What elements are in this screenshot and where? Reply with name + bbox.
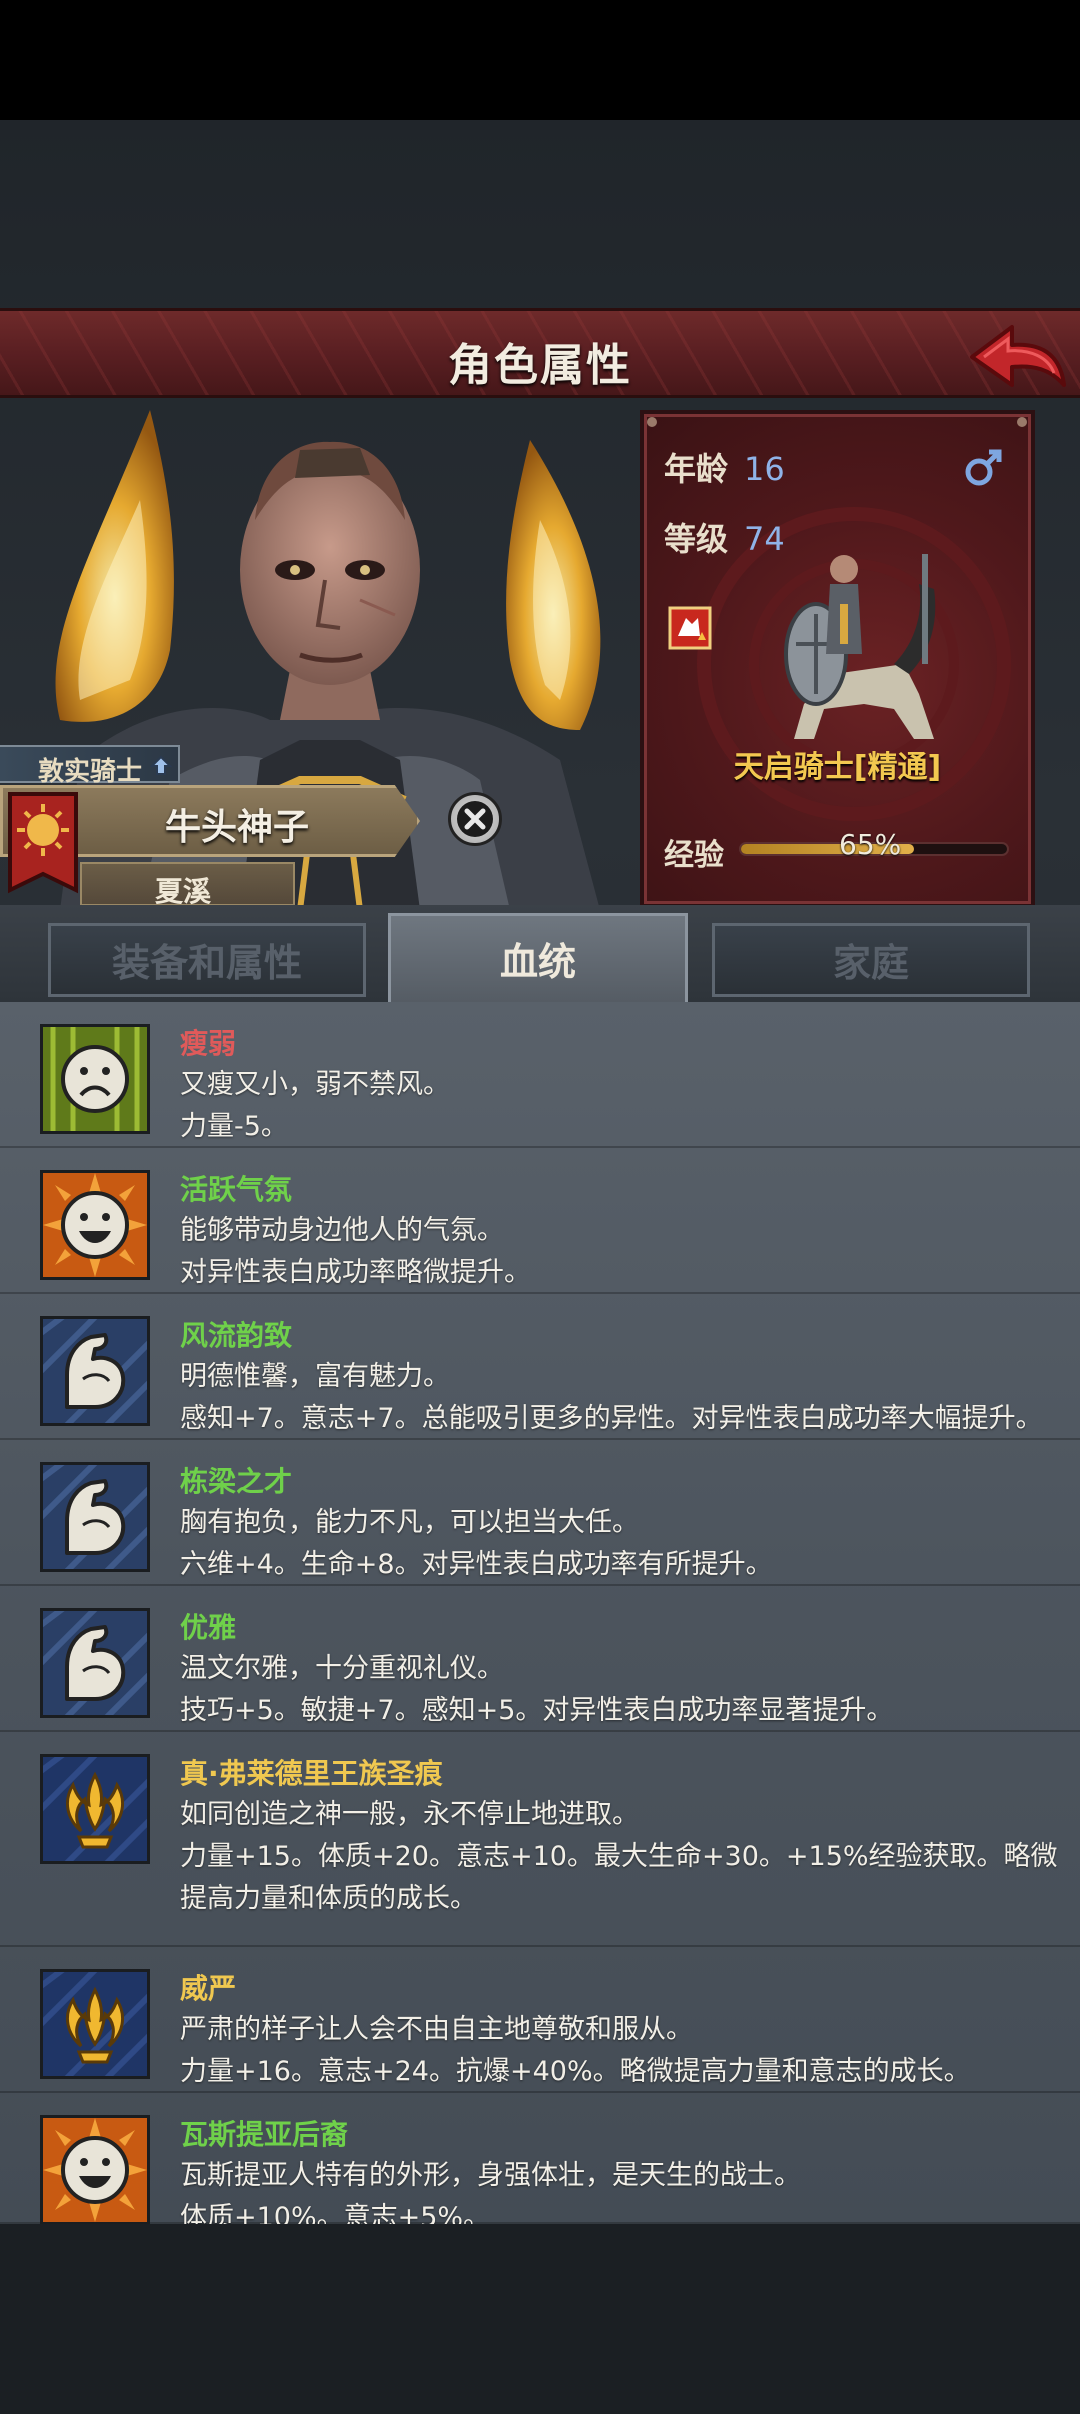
- flexed-arm-icon: [30, 1598, 156, 1724]
- trait-list: 瘦弱又瘦又小，弱不禁风。 力量-5。活跃气氛能够带动身边他人的气氛。 对异性表白成功…: [0, 1002, 1080, 2233]
- unit-class-name: 天启骑士[精通]: [733, 750, 942, 785]
- exp-label: 经验: [664, 838, 724, 873]
- trait-name: 真·弗莱德里王族圣痕: [180, 1757, 443, 1790]
- trait-description-line: 如同创造之神一般，永不停止地进取。: [180, 1799, 639, 1830]
- age-value: 16: [744, 450, 785, 488]
- trait-name: 瘦弱: [180, 1027, 237, 1060]
- trait-description-line: 技巧+5。敏捷+7。感知+5。对异性表白成功率显著提升。: [180, 1695, 894, 1726]
- trait-description-line: 又瘦又小，弱不禁风。: [180, 1069, 450, 1100]
- age-label: 年龄: [664, 450, 729, 488]
- crown-flame-icon: [30, 1959, 156, 2085]
- trait-description: 如同创造之神一般，永不停止地进取。力量+15。体质+20。意志+10。最大生命+…: [180, 1794, 1060, 1920]
- sad-face-icon: [40, 1024, 150, 1134]
- trait-description-line: 力量+16。意志+24。抗爆+40%。略微提高力量和意志的成长。: [180, 2056, 971, 2087]
- trait-description-line: 瓦斯提亚人特有的外形，身强体壮，是天生的战士。: [180, 2160, 801, 2191]
- class-badge-icon: [668, 606, 712, 650]
- trait-row[interactable]: 活跃气氛能够带动身边他人的气氛。 对异性表白成功率略微提升。: [0, 1148, 1080, 1294]
- trait-name: 活跃气氛: [180, 1173, 293, 1206]
- trait-description: 严肃的样子让人会不由自主地尊敬和服从。力量+16。意志+24。抗爆+40%。略微…: [180, 2009, 1060, 2093]
- trait-description: 能够带动身边他人的气氛。 对异性表白成功率略微提升。: [180, 1210, 1060, 1294]
- trait-description-line: 对异性表白成功率略微提升。: [180, 1257, 531, 1288]
- upgrade-icon: [150, 755, 172, 775]
- back-button[interactable]: [960, 319, 1070, 397]
- tab-family[interactable]: 家庭: [712, 923, 1030, 997]
- exp-percent: 65%: [839, 828, 902, 861]
- crown-flame-icon: [30, 1744, 156, 1870]
- trait-name: 优雅: [180, 1611, 237, 1644]
- character-name: 牛头神子: [165, 807, 310, 848]
- page-title: 角色属性: [448, 340, 632, 391]
- bottom-area: [0, 2224, 1080, 2414]
- happy-face-icon: [40, 2115, 150, 2225]
- trait-description-line: 六维+4。生命+8。对异性表白成功率有所提升。: [180, 1549, 773, 1580]
- house-banner-icon: [8, 792, 78, 894]
- trait-description-line: 温文尔雅，十分重视礼仪。: [180, 1653, 504, 1684]
- trait-name: 栋梁之才: [180, 1465, 293, 1498]
- trait-name: 威严: [180, 1972, 237, 2005]
- flexed-arm-icon: [30, 1306, 156, 1432]
- flexed-arm-icon: [30, 1452, 156, 1578]
- level-label: 等级: [664, 520, 729, 558]
- stats-card: 年龄 16 等级 74 天启骑士[精通] 经验 65%: [640, 410, 1035, 908]
- title-bar: 角色属性: [0, 308, 1080, 398]
- trait-description-line: 感知+7。意志+7。总能吸引更多的异性。对异性表白成功率大幅提升。: [180, 1403, 1043, 1434]
- rank-label: 敦实骑士: [38, 757, 143, 787]
- male-icon: [965, 449, 1002, 486]
- trait-row[interactable]: 风流韵致明德惟馨，富有魅力。感知+7。意志+7。总能吸引更多的异性。对异性表白成…: [0, 1294, 1080, 1440]
- trait-description-line: 胸有抱负，能力不凡，可以担当大任。: [180, 1507, 639, 1538]
- trait-description: 胸有抱负，能力不凡，可以担当大任。六维+4。生命+8。对异性表白成功率有所提升。: [180, 1502, 1060, 1586]
- trait-description-line: 能够带动身边他人的气氛。: [180, 1215, 504, 1246]
- happy-face-icon: [40, 1170, 150, 1280]
- tab-bar: 装备和属性 血统 家庭: [0, 905, 1080, 1005]
- knight-unit-icon: [784, 554, 936, 739]
- trait-row[interactable]: 瓦斯提亚后裔 瓦斯提亚人特有的外形，身强体壮，是天生的战士。 体质+10%。意志+5…: [0, 2093, 1080, 2233]
- trait-description-line: 严肃的样子让人会不由自主地尊敬和服从。: [180, 2014, 693, 2045]
- house-name: 夏溪: [155, 875, 212, 908]
- trait-row[interactable]: 真·弗莱德里王族圣痕如同创造之神一般，永不停止地进取。力量+15。体质+20。意…: [0, 1732, 1080, 1947]
- close-icon: [457, 801, 493, 837]
- trait-row[interactable]: 威严严肃的样子让人会不由自主地尊敬和服从。力量+16。意志+24。抗爆+40%。…: [0, 1947, 1080, 2093]
- trait-description: 明德惟馨，富有魅力。感知+7。意志+7。总能吸引更多的异性。对异性表白成功率大幅…: [180, 1356, 1060, 1440]
- trait-row[interactable]: 优雅温文尔雅，十分重视礼仪。技巧+5。敏捷+7。感知+5。对异性表白成功率显著提…: [0, 1586, 1080, 1732]
- tab-bloodline[interactable]: 血统: [388, 913, 688, 1005]
- dismiss-button[interactable]: [448, 792, 502, 846]
- trait-name: 风流韵致: [180, 1319, 293, 1352]
- trait-row[interactable]: 栋梁之才胸有抱负，能力不凡，可以担当大任。六维+4。生命+8。对异性表白成功率有…: [0, 1440, 1080, 1586]
- trait-description: 又瘦又小，弱不禁风。 力量-5。: [180, 1064, 1060, 1148]
- tab-equipment[interactable]: 装备和属性: [48, 923, 366, 997]
- trait-name: 瓦斯提亚后裔: [180, 2118, 349, 2151]
- age-row: 年龄 16: [664, 444, 785, 490]
- trait-description-line: 力量-5。: [180, 1111, 288, 1142]
- trait-description-line: 明德惟馨，富有魅力。: [180, 1361, 450, 1392]
- screen: { "header": { "title": "角色属性" }, "charac…: [0, 0, 1080, 2414]
- trait-description-line: 力量+15。体质+20。意志+10。最大生命+30。+15%经验获取。略微提高力…: [180, 1841, 1058, 1914]
- back-arrow-icon: [970, 325, 1066, 387]
- trait-row[interactable]: 瘦弱又瘦又小，弱不禁风。 力量-5。: [0, 1002, 1080, 1148]
- rank-tag: 敦实骑士: [0, 745, 180, 787]
- trait-description: 温文尔雅，十分重视礼仪。技巧+5。敏捷+7。感知+5。对异性表白成功率显著提升。: [180, 1648, 1060, 1732]
